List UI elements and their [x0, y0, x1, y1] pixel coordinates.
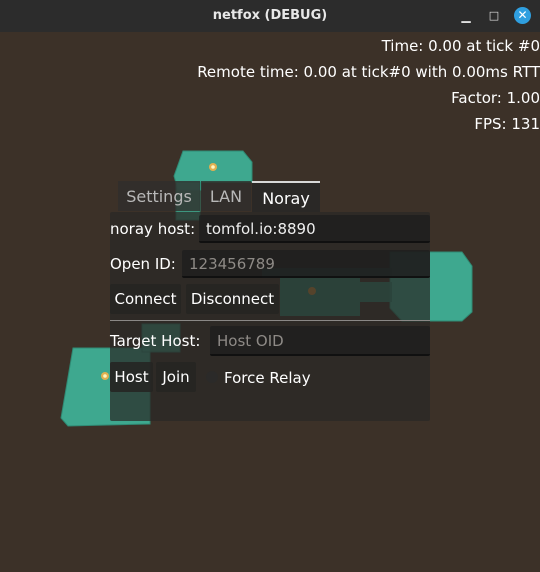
tab-noray[interactable]: Noray	[252, 181, 320, 212]
target-host-input[interactable]: Host OID	[210, 326, 430, 356]
force-relay-checkbox[interactable]	[206, 371, 218, 383]
force-relay-label[interactable]: Force Relay	[224, 369, 311, 387]
connect-button[interactable]: Connect	[110, 284, 181, 314]
window-titlebar: netfox (DEBUG) ▁ □ ✕	[0, 0, 540, 32]
maximize-icon[interactable]: □	[486, 8, 502, 24]
stat-remote-time: Remote time: 0.00 at tick#0 with 0.00ms …	[197, 63, 540, 81]
host-button[interactable]: Host	[110, 362, 153, 392]
disconnect-button[interactable]: Disconnect	[186, 284, 279, 314]
target-host-label: Target Host:	[110, 332, 201, 350]
noray-host-input[interactable]: tomfol.io:8890	[199, 215, 430, 243]
open-id-label: Open ID:	[110, 255, 176, 273]
tab-lan[interactable]: LAN	[201, 181, 251, 211]
minimize-icon[interactable]: ▁	[458, 8, 474, 24]
stat-factor: Factor: 1.00	[451, 89, 540, 107]
join-button[interactable]: Join	[156, 362, 196, 392]
stat-fps: FPS: 131	[474, 115, 540, 133]
tab-settings[interactable]: Settings	[118, 181, 200, 211]
separator	[110, 320, 430, 321]
close-icon[interactable]: ✕	[514, 7, 531, 24]
noray-host-label: noray host:	[110, 220, 196, 238]
open-id-field[interactable]: 123456789	[182, 250, 430, 278]
stat-time: Time: 0.00 at tick #0	[381, 37, 540, 55]
